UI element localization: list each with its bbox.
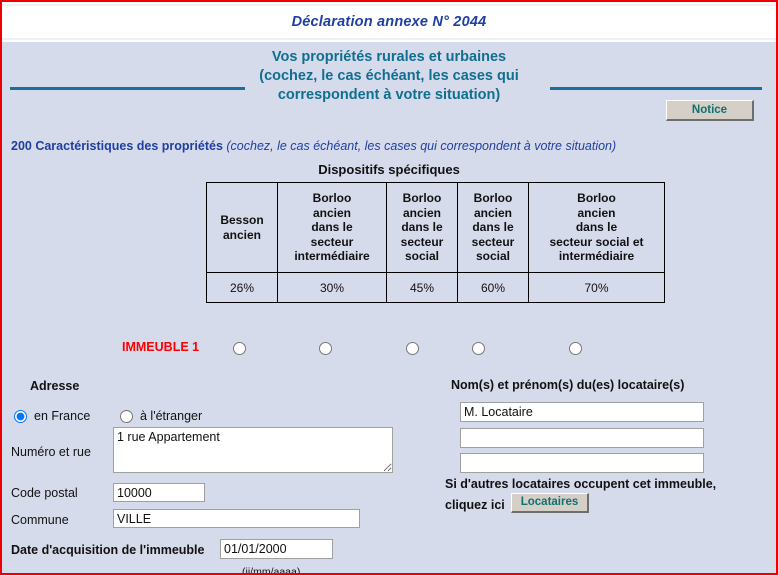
window-titlebar: Déclaration annexe N° 2044 [2, 4, 776, 40]
section-200-header: 200 Caractéristiques des propriétés (coc… [11, 139, 616, 153]
table-header-cell-0: Besson ancien [206, 182, 278, 273]
table-caption: Dispositifs spécifiques [318, 162, 460, 177]
locataires-button[interactable]: Locataires [511, 493, 589, 513]
form-page: Déclaration annexe N° 2044 Vos propriété… [0, 0, 778, 575]
table-rate-cell-2: 45% [386, 272, 458, 303]
tenants-note-line-2: cliquez ici [445, 498, 505, 512]
tenants-label: Nom(s) et prénom(s) du(es) locataire(s) [451, 378, 685, 392]
acquisition-date-hint: (jj/mm/aaaa) [242, 566, 301, 575]
street-label: Numéro et rue [11, 445, 91, 459]
heading-line-2: (cochez, le cas échéant, les cases qui [259, 68, 519, 84]
tenant-name-input-1[interactable] [460, 402, 704, 422]
section-200-title: 200 Caractéristiques des propriétés [11, 139, 227, 153]
table-rate-cell-4: 70% [528, 272, 665, 303]
radio-en-france[interactable] [14, 409, 27, 423]
table-header-cell-4: Borloo ancien dans le secteur social et … [528, 182, 665, 273]
dispositif-radio-borloo-intermediaire[interactable] [319, 342, 332, 355]
section-200-note: (cochez, le cas échéant, les cases qui c… [226, 139, 617, 153]
table-header-cell-2: Borloo ancien dans le secteur social [386, 182, 458, 273]
postal-code-input[interactable] [113, 483, 205, 502]
tenant-name-input-3[interactable] [460, 453, 704, 473]
table-header-row: Besson ancien Borloo ancien dans le sect… [206, 182, 665, 273]
address-location-etranger[interactable]: à l'étranger [120, 409, 202, 423]
address-location-en-france[interactable]: en France [14, 409, 90, 423]
table-header-cell-3: Borloo ancien dans le secteur social [457, 182, 529, 273]
heading-line-1: Vos propriétés rurales et urbaines [271, 49, 507, 65]
table-rate-cell-1: 30% [277, 272, 387, 303]
radio-a-l-etranger[interactable] [120, 409, 133, 423]
heading-text: Vos propriétés rurales et urbaines (coch… [2, 48, 776, 105]
radio-a-l-etranger-label: à l'étranger [140, 409, 203, 423]
dispositif-radio-borloo-social-intermediaire[interactable] [569, 342, 582, 355]
immeuble-label: IMMEUBLE 1 [122, 340, 200, 354]
acquisition-date-label: Date d'acquisition de l'immeuble [11, 543, 205, 557]
form-content: Vos propriétés rurales et urbaines (coch… [2, 42, 776, 573]
table-rate-cell-3: 60% [457, 272, 529, 303]
acquisition-date-input[interactable] [220, 539, 333, 559]
street-textarea[interactable] [113, 427, 393, 473]
table-header-cell-1: Borloo ancien dans le secteur intermédia… [277, 182, 387, 273]
dispositif-radio-besson-ancien[interactable] [233, 342, 246, 355]
dispositif-radio-borloo-social-60[interactable] [472, 342, 485, 355]
dispositif-radio-borloo-social-45[interactable] [406, 342, 419, 355]
dispositifs-table: Besson ancien Borloo ancien dans le sect… [206, 182, 665, 303]
commune-input[interactable] [113, 509, 360, 528]
notice-button[interactable]: Notice [666, 100, 754, 121]
table-rate-row: 26% 30% 45% 60% 70% [206, 272, 665, 303]
heading-line-3: correspondent à votre situation) [277, 87, 501, 103]
page-title: Déclaration annexe N° 2044 [291, 14, 487, 30]
table-rate-cell-0: 26% [206, 272, 278, 303]
tenant-name-input-2[interactable] [460, 428, 704, 448]
commune-label: Commune [11, 513, 69, 527]
address-section-label: Adresse [30, 379, 80, 393]
tenants-note-line-1: Si d'autres locataires occupent cet imme… [445, 477, 717, 491]
dispositif-radio-group [206, 338, 645, 358]
postal-code-label: Code postal [11, 486, 78, 500]
radio-en-france-label: en France [34, 409, 91, 423]
section-heading: Vos propriétés rurales et urbaines (coch… [2, 48, 776, 106]
